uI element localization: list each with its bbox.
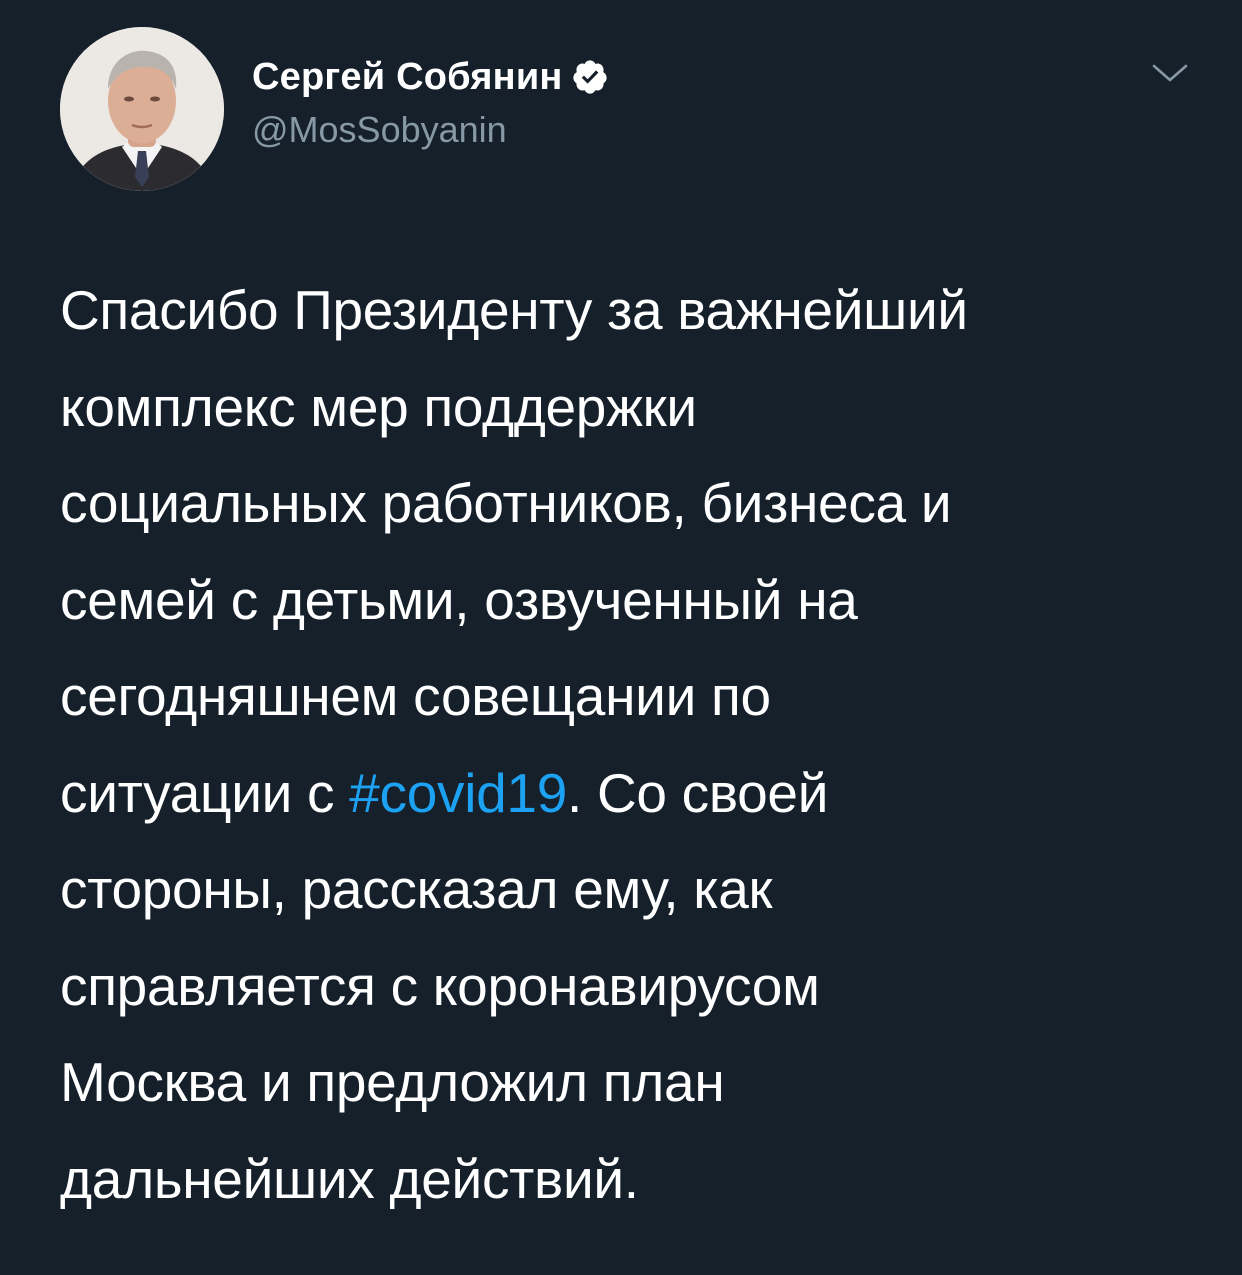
avatar-photo [60, 27, 224, 191]
verified-badge-icon [571, 58, 609, 96]
author-handle[interactable]: @MosSobyanin [252, 109, 609, 151]
tweet-text-line: семей с детьми, озвученный на [60, 568, 858, 631]
tweet-text-line: стороны, рассказал ему, как [60, 858, 773, 920]
tweet-text-line: социальных работников, бизнеса и [60, 472, 952, 534]
author-name-row: Сергей Собянин [252, 55, 609, 99]
tweet-text-line: дальнейших действий. [60, 1147, 639, 1210]
tweet-text-line: Спасибо Президенту за важнейший [60, 279, 968, 341]
tweet-card: Сергей Собянин @MosSobyanin Спасибо През… [0, 0, 1242, 1275]
author-info: Сергей Собянин @MosSobyanin [252, 55, 609, 151]
avatar[interactable] [60, 27, 224, 191]
tweet-text-line-with-hashtag: ситуации с #covid19. Со своей [60, 745, 1210, 842]
tweet-text: Спасибо Президенту за важнейший комплекс… [60, 262, 1210, 1227]
tweet-text-segment: ситуации с [60, 761, 350, 824]
tweet-text-line: справляется с коронавирусом [60, 954, 820, 1017]
author-display-name[interactable]: Сергей Собянин [252, 56, 563, 99]
tweet-text-line: сегодняшнем совещании по [60, 665, 771, 727]
hashtag-link[interactable]: #covid19 [349, 762, 567, 824]
chevron-down-icon[interactable] [1150, 58, 1190, 88]
tweet-text-line: Москва и предложил план [60, 1051, 725, 1113]
tweet-text-segment: . Со своей [566, 761, 829, 824]
tweet-text-line: комплекс мер поддержки [60, 375, 697, 438]
